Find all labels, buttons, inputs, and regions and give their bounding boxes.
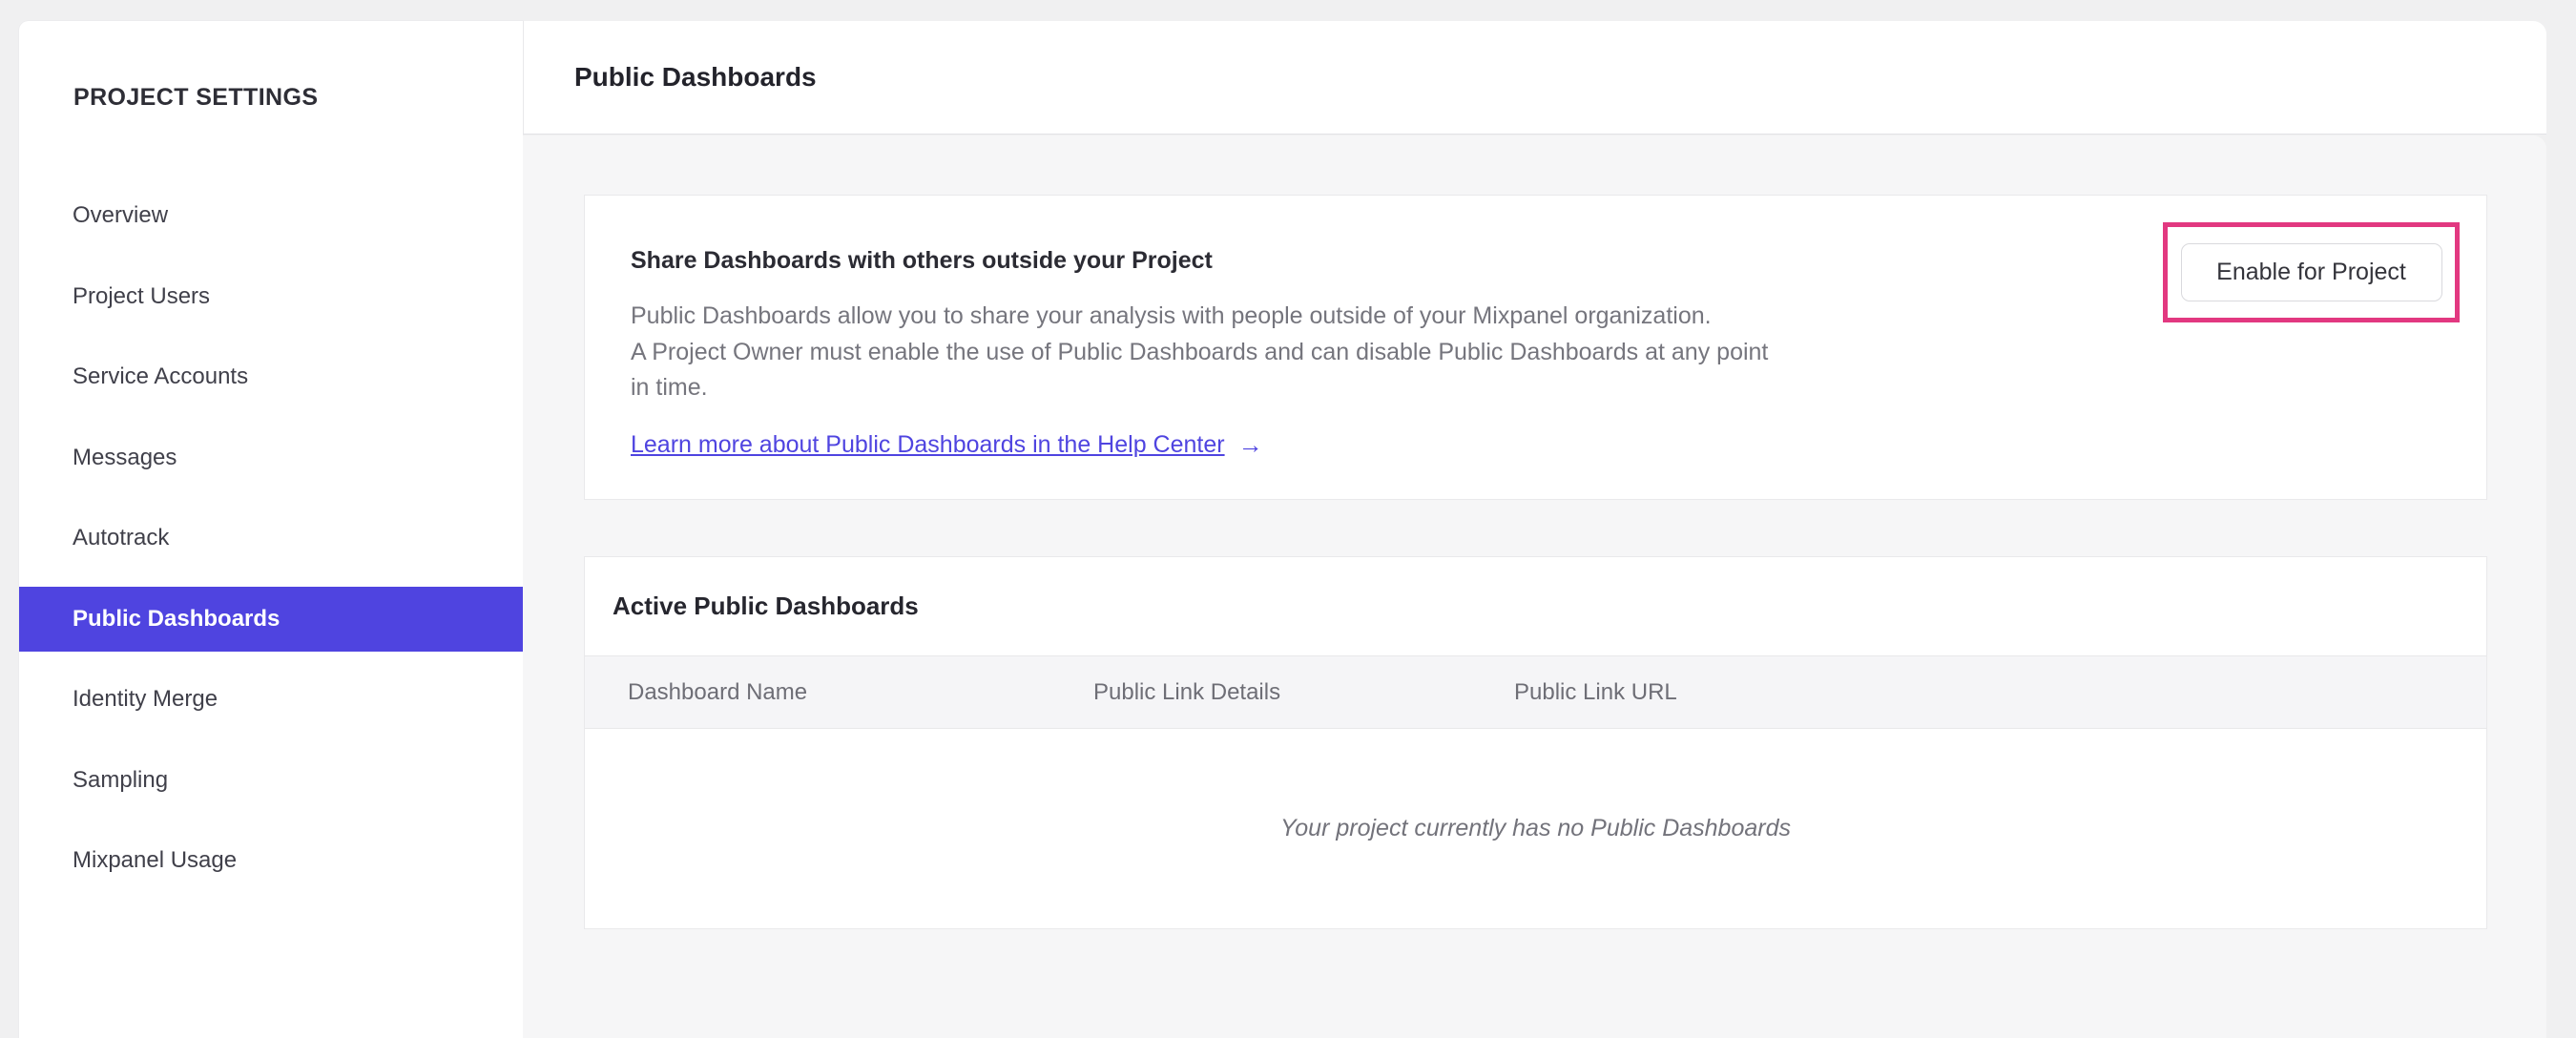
- share-card-heading: Share Dashboards with others outside you…: [631, 247, 1213, 274]
- settings-nav: Overview Project Users Service Accounts …: [19, 183, 523, 909]
- settings-sidebar: PROJECT SETTINGS Overview Project Users …: [19, 21, 523, 1038]
- column-header-public-link-details: Public Link Details: [1093, 679, 1281, 705]
- page-header: Public Dashboards: [523, 21, 2546, 135]
- main-content: Share Dashboards with others outside you…: [523, 135, 2546, 1038]
- sidebar-item-label: Identity Merge: [73, 686, 218, 712]
- sidebar-item-label: Project Users: [73, 282, 211, 309]
- help-center-link-row: Learn more about Public Dashboards in th…: [631, 430, 1263, 460]
- dashboards-table-header: Dashboard Name Public Link Details Publi…: [585, 655, 2486, 729]
- description-line: Public Dashboards allow you to share you…: [631, 302, 1712, 329]
- page-title: Public Dashboards: [574, 62, 817, 92]
- sidebar-item-label: Overview: [73, 202, 169, 228]
- sidebar-item-autotrack[interactable]: Autotrack: [19, 506, 523, 571]
- sidebar-item-label: Mixpanel Usage: [73, 847, 238, 873]
- sidebar-item-label: Messages: [73, 444, 177, 470]
- share-card-description: Public Dashboards allow you to share you…: [631, 299, 1768, 406]
- sidebar-item-label: Autotrack: [73, 525, 170, 550]
- sidebar-item-sampling[interactable]: Sampling: [19, 748, 523, 813]
- sidebar-item-identity-merge[interactable]: Identity Merge: [19, 667, 523, 732]
- sidebar-title: PROJECT SETTINGS: [73, 84, 319, 111]
- column-header-dashboard-name: Dashboard Name: [628, 679, 808, 705]
- help-center-link[interactable]: Learn more about Public Dashboards in th…: [631, 431, 1225, 459]
- share-dashboards-card: Share Dashboards with others outside you…: [584, 195, 2487, 500]
- active-card-title: Active Public Dashboards: [613, 592, 919, 620]
- enable-for-project-button[interactable]: Enable for Project: [2180, 243, 2442, 301]
- sidebar-item-public-dashboards[interactable]: Public Dashboards: [19, 586, 523, 652]
- sidebar-item-label: Service Accounts: [73, 363, 249, 389]
- arrow-right-icon: →: [1237, 430, 1263, 459]
- project-settings-page: PROJECT SETTINGS Overview Project Users …: [0, 0, 2576, 1038]
- description-line: A Project Owner must enable the use of P…: [631, 338, 1769, 365]
- sidebar-item-service-accounts[interactable]: Service Accounts: [19, 344, 523, 409]
- empty-state-message: Your project currently has no Public Das…: [1279, 815, 1791, 841]
- active-dashboards-card: Active Public Dashboards Dashboard Name …: [584, 556, 2487, 929]
- sidebar-item-label: Public Dashboards: [73, 605, 280, 632]
- sidebar-item-mixpanel-usage[interactable]: Mixpanel Usage: [19, 828, 523, 893]
- sidebar-item-overview[interactable]: Overview: [19, 183, 523, 248]
- sidebar-item-project-users[interactable]: Project Users: [19, 264, 523, 329]
- sidebar-item-messages[interactable]: Messages: [19, 426, 523, 490]
- sidebar-item-label: Sampling: [73, 766, 169, 793]
- highlight-annotation-box: Enable for Project: [2163, 222, 2460, 322]
- description-line: in time.: [631, 374, 708, 401]
- column-header-public-link-url: Public Link URL: [1514, 679, 1677, 705]
